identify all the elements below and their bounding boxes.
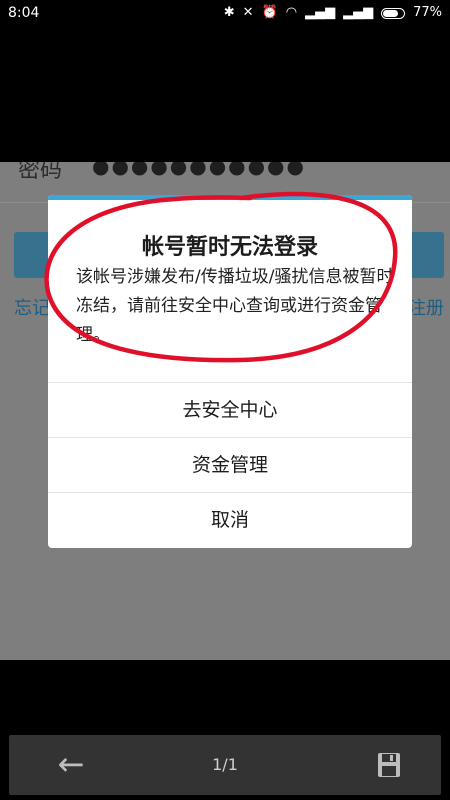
security-center-button[interactable]: 去安全中心 [48,382,412,438]
dialog-message: 该帐号涉嫌发布/传播垃圾/骚扰信息被暂时冻结，请前往安全中心查询或进行资金管理。 [76,267,394,345]
viewer-toolbar: ← 1/1 [9,735,441,795]
dialog-title: 帐号暂时无法登录 [141,235,318,260]
register-link: 注册 [408,298,444,319]
mute-icon: ✕ [242,5,254,20]
alert-dialog: 帐号暂时无法登录 该帐号涉嫌发布/传播垃圾/骚扰信息被暂时冻结，请前往安全中心查… [48,195,412,548]
status-bar: 8:04 ✱ ✕ ⏰ ◠ ▂▄▆ ▂▄▆ 77% [0,0,450,26]
signal-icon: ▂▄▆ [305,5,336,20]
battery-percent: 77% [413,5,442,20]
cancel-button[interactable]: 取消 [48,492,412,548]
password-field: ●●●●●●●●●●● [92,162,306,178]
password-label: 密码 [18,162,63,183]
dialog-accent-bar [48,195,412,200]
alarm-icon: ⏰ [261,5,278,20]
forgot-password-link: 忘记 [14,298,50,319]
signal-icon: ▂▄▆ [343,5,374,20]
save-icon[interactable] [377,752,401,778]
battery-icon [381,7,406,19]
bluetooth-icon: ✱ [223,5,235,20]
wifi-icon: ◠ [285,5,298,20]
fund-management-button[interactable]: 资金管理 [48,437,412,493]
status-time: 8:04 [8,5,40,21]
status-icons: ✱ ✕ ⏰ ◠ ▂▄▆ ▂▄▆ 77% [224,0,442,26]
